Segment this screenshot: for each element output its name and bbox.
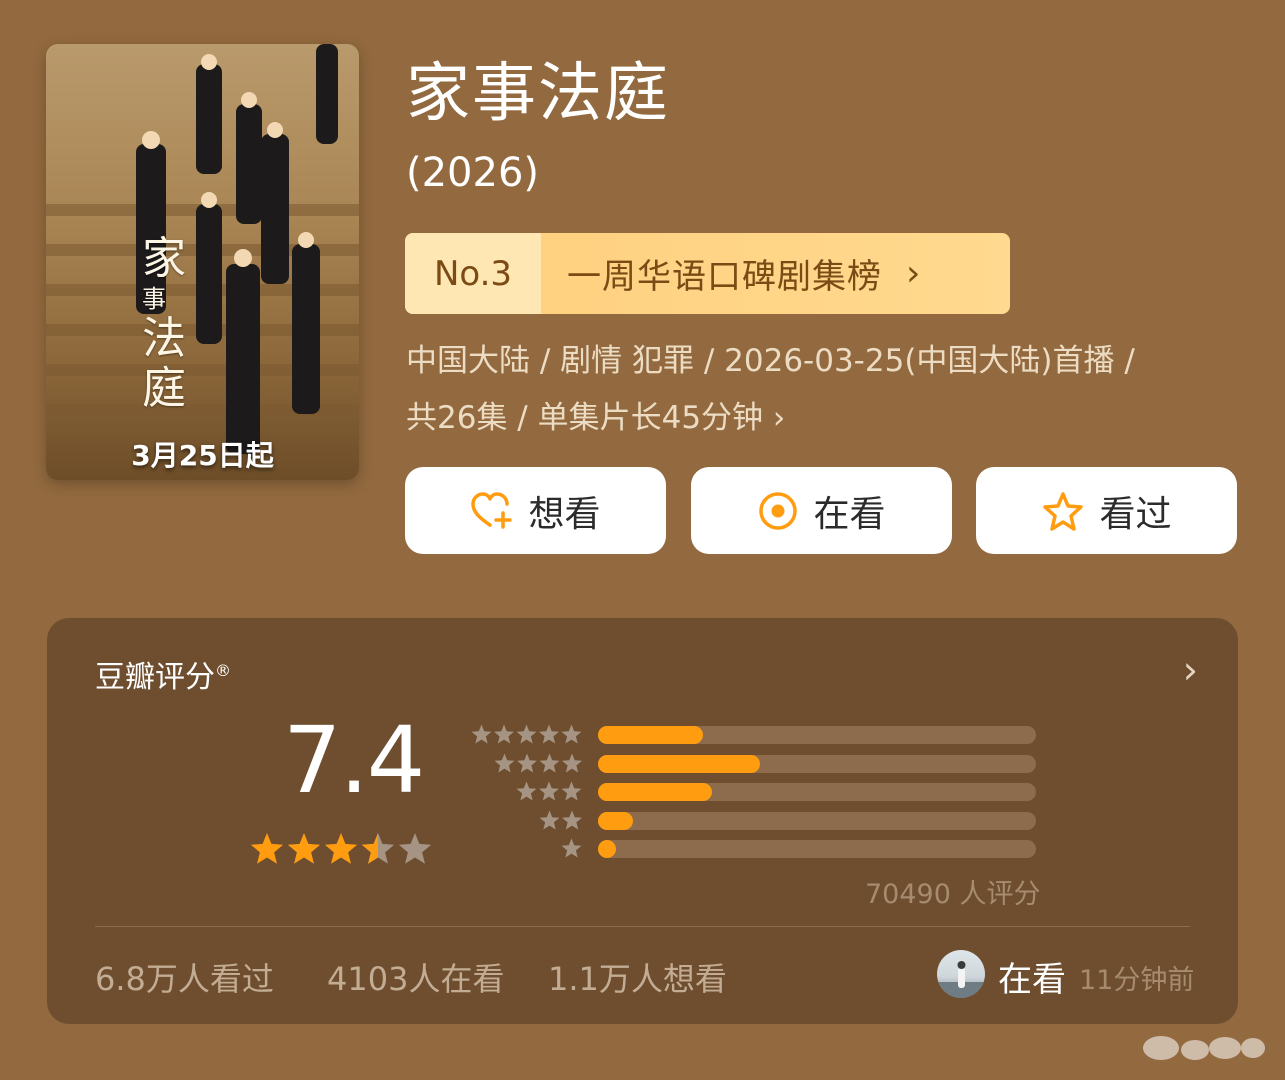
poster-title-char: 事 — [142, 285, 166, 313]
distribution-bar-fill — [598, 726, 704, 744]
rating-distribution-row — [472, 808, 1036, 837]
star-icon — [539, 724, 559, 744]
star-outline-icon — [1043, 491, 1084, 531]
star-icon — [516, 724, 537, 744]
show-year: (2026) — [406, 150, 540, 196]
distribution-stars — [539, 810, 582, 829]
rating-distribution-row — [472, 779, 1036, 808]
star-icon — [561, 781, 582, 801]
distribution-bar-track — [598, 811, 1036, 830]
star-icon — [539, 781, 559, 801]
want-count[interactable]: 1.1万人想看 — [548, 954, 727, 1000]
rating-score: 7.4 — [283, 707, 425, 814]
chevron-right-icon: › — [906, 253, 922, 294]
distribution-bar-track — [598, 726, 1036, 744]
star-icon — [539, 810, 559, 829]
poster-title-char: 法 — [142, 313, 186, 364]
rating-card[interactable]: 豆瓣评分® › 7.4 70490 人评分 6.8万人看过 4103人在看 1.… — [47, 618, 1238, 1024]
distribution-bar-fill — [598, 811, 634, 830]
rating-distribution-row — [472, 751, 1036, 780]
poster-release-date: 3月25日起 — [131, 439, 274, 472]
star-icon — [561, 753, 582, 772]
distribution-bar-fill — [598, 783, 712, 801]
poster-image[interactable]: 家 事 法 庭 3月25日起 — [46, 44, 359, 480]
rating-distribution — [471, 722, 1036, 865]
distribution-bar-track — [598, 783, 1036, 801]
ranking-list: 一周华语口碑剧集榜 › — [541, 233, 1010, 314]
heart-plus-icon — [471, 491, 513, 529]
show-meta-line1: 中国大陆 / 剧情 犯罪 / 2026-03-25(中国大陆)首播 / — [406, 343, 1135, 379]
watched-button[interactable]: 看过 — [976, 467, 1237, 554]
star-icon — [494, 753, 514, 772]
distribution-stars — [516, 781, 582, 801]
distribution-stars — [471, 724, 582, 744]
star-icon — [516, 753, 537, 772]
friend-status: 在看 — [998, 960, 1066, 1000]
rating-distribution-row — [471, 722, 1036, 751]
star-icon — [561, 724, 582, 744]
watched-label: 看过 — [1099, 493, 1172, 535]
poster-artwork — [46, 44, 359, 454]
rating-count: 70490 人评分 — [865, 879, 1041, 910]
distribution-bar-fill — [598, 754, 761, 773]
poster-title-char: 家 — [142, 233, 186, 284]
want-to-watch-button[interactable]: 想看 — [405, 467, 666, 554]
poster-title-char: 庭 — [142, 363, 186, 414]
show-title: 家事法庭 — [406, 57, 670, 131]
friend-timestamp: 11分钟前 — [1079, 965, 1195, 996]
distribution-stars — [494, 753, 582, 772]
ranking-banner[interactable]: No.3 一周华语口碑剧集榜 › — [405, 233, 1010, 314]
target-icon — [759, 491, 798, 530]
star-icon — [561, 810, 582, 829]
want-to-watch-label: 想看 — [528, 493, 601, 535]
star-icon — [494, 724, 514, 744]
distribution-bar-track — [598, 754, 1036, 773]
watching-button[interactable]: 在看 — [691, 467, 952, 554]
watched-count[interactable]: 6.8万人看过 — [95, 954, 274, 1000]
distribution-bar-track — [598, 840, 1036, 858]
star-icon — [539, 753, 559, 772]
watching-count[interactable]: 4103人在看 — [327, 954, 504, 1000]
rating-title: 豆瓣评分® — [95, 652, 231, 696]
rating-distribution-row — [472, 836, 1036, 865]
ranking-list-name: 一周华语口碑剧集榜 — [567, 257, 882, 297]
distribution-stars — [561, 838, 582, 858]
show-meta-line2[interactable]: 共26集 / 单集片长45分钟 › — [406, 398, 1226, 438]
star-icon — [324, 833, 358, 864]
avatar[interactable] — [937, 950, 985, 998]
rating-title-text: 豆瓣评分 — [95, 660, 215, 695]
ranking-number: No.3 — [405, 233, 541, 314]
star-icon — [471, 724, 492, 744]
divider — [95, 926, 1190, 927]
chevron-right-icon[interactable]: › — [1183, 648, 1198, 692]
star-icon — [250, 833, 284, 864]
star-icon — [561, 838, 582, 858]
star-icon — [287, 833, 321, 864]
watching-label: 在看 — [813, 493, 886, 535]
rating-stars — [250, 833, 432, 864]
star-icon — [516, 781, 537, 801]
poster-title: 家 事 法 庭 — [142, 234, 198, 414]
registered-mark: ® — [215, 661, 231, 680]
distribution-bar-fill — [598, 840, 616, 858]
avatar-image — [937, 961, 985, 998]
star-icon — [398, 833, 432, 864]
watermark-logo — [1143, 1036, 1265, 1060]
